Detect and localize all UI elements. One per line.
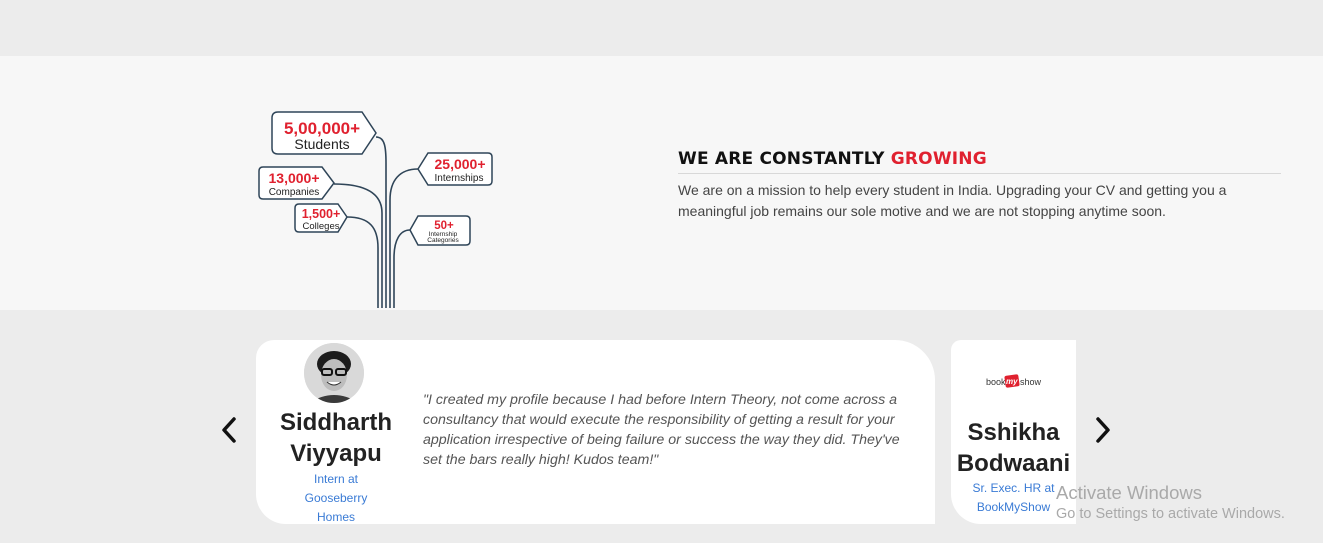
testimonial-role: Intern at Gooseberry Homes: [256, 470, 416, 524]
testimonial-role-line1: Intern at: [313, 472, 359, 486]
testimonial-name-next: Sshikha Bodwaani: [951, 417, 1076, 479]
growth-heading-prefix: WE ARE CONSTANTLY: [678, 149, 891, 169]
tag-colleges-value: 1,500+: [302, 207, 341, 221]
top-strip: [0, 0, 1323, 56]
tag-companies-value: 13,000+: [269, 170, 320, 186]
chevron-right-icon: [1096, 417, 1110, 443]
growth-heading-accent: GROWING: [890, 149, 987, 169]
activate-windows-subtitle: Go to Settings to activate Windows.: [1056, 506, 1285, 522]
testimonial-role-line2: Gooseberry: [304, 491, 368, 505]
growth-section: 5,00,000+ Students 13,000+ Companies 1,5…: [0, 56, 1323, 310]
growth-heading: WE ARE CONSTANTLY GROWING: [678, 149, 1281, 174]
carousel-next-button[interactable]: [1088, 410, 1118, 450]
tag-categories-label-2: Categories: [427, 237, 459, 244]
testimonial-card: Siddharth Viyyapu Intern at Gooseberry H…: [256, 340, 935, 524]
testimonial-role-line3: Homes: [316, 510, 355, 524]
logo-part-show: show: [1020, 377, 1042, 387]
tag-internships-value: 25,000+: [435, 156, 486, 172]
tag-companies-label: Companies: [269, 187, 320, 198]
growth-tree-graphic: 5,00,000+ Students 13,000+ Companies 1,5…: [258, 111, 493, 308]
testimonial-quote: "I created my profile because I had befo…: [423, 392, 900, 468]
testimonial-name-next-line2: Bodwaani: [956, 450, 1071, 477]
carousel-prev-button[interactable]: [214, 410, 244, 450]
tag-colleges-label: Colleges: [303, 221, 340, 232]
testimonial-name: Siddharth Viyyapu: [256, 407, 416, 469]
testimonial-name-next-line1: Sshikha: [967, 419, 1060, 446]
testimonial-name-line1: Siddharth: [280, 409, 392, 436]
logo-part-my: my: [1006, 377, 1018, 386]
growth-description: We are on a mission to help every studen…: [678, 182, 1227, 219]
testimonial-name-line2: Viyyapu: [290, 440, 382, 467]
tag-internships-label: Internships: [435, 173, 484, 184]
activate-windows-title: Activate Windows: [1056, 482, 1202, 503]
chevron-left-icon: [222, 417, 236, 443]
avatar: [304, 343, 364, 403]
logo-part-book: book: [986, 377, 1006, 387]
tag-students-label: Students: [294, 136, 349, 152]
bookmyshow-logo: book my show: [984, 372, 1042, 390]
